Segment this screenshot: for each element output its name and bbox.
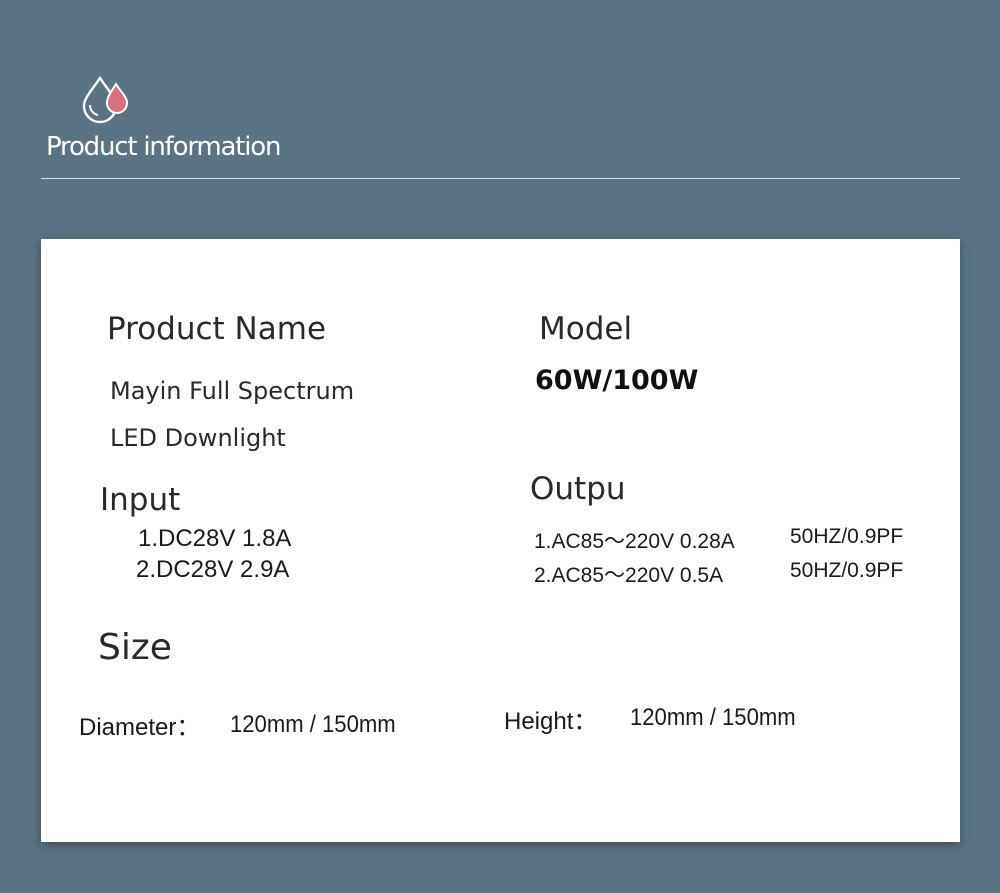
product-name-line2: LED Downlight [110, 424, 286, 452]
output-label: Outpu [530, 471, 626, 507]
product-name-label: Product Name [107, 311, 327, 347]
input-label: Input [100, 482, 181, 518]
output-item-2-freq: 50HZ/0.9PF [790, 559, 904, 582]
header-divider [41, 178, 960, 179]
model-value: 60W/100W [535, 365, 699, 396]
input-item-2: 2.DC28V 2.9A [136, 556, 290, 583]
product-name-line1: Mayin Full Spectrum [110, 377, 355, 405]
output-item-2-spec: 2.AC85～220V 0.5A [534, 564, 724, 587]
diameter-value: 120mm / 150mm [230, 711, 396, 738]
product-info-card: Product Name Mayin Full Spectrum LED Dow… [41, 239, 960, 842]
model-label: Model [539, 311, 633, 347]
water-drops-icon [82, 75, 129, 124]
output-item-1-spec: 1.AC85～220V 0.28A [534, 530, 735, 553]
input-item-1: 1.DC28V 1.8A [138, 525, 292, 552]
page-title: Product information [46, 132, 281, 162]
diameter-label: Diameter： [79, 714, 201, 741]
height-value: 120mm / 150mm [630, 704, 796, 731]
output-item-1-freq: 50HZ/0.9PF [790, 525, 904, 548]
size-label: Size [98, 627, 172, 668]
height-label: Height： [504, 708, 598, 735]
